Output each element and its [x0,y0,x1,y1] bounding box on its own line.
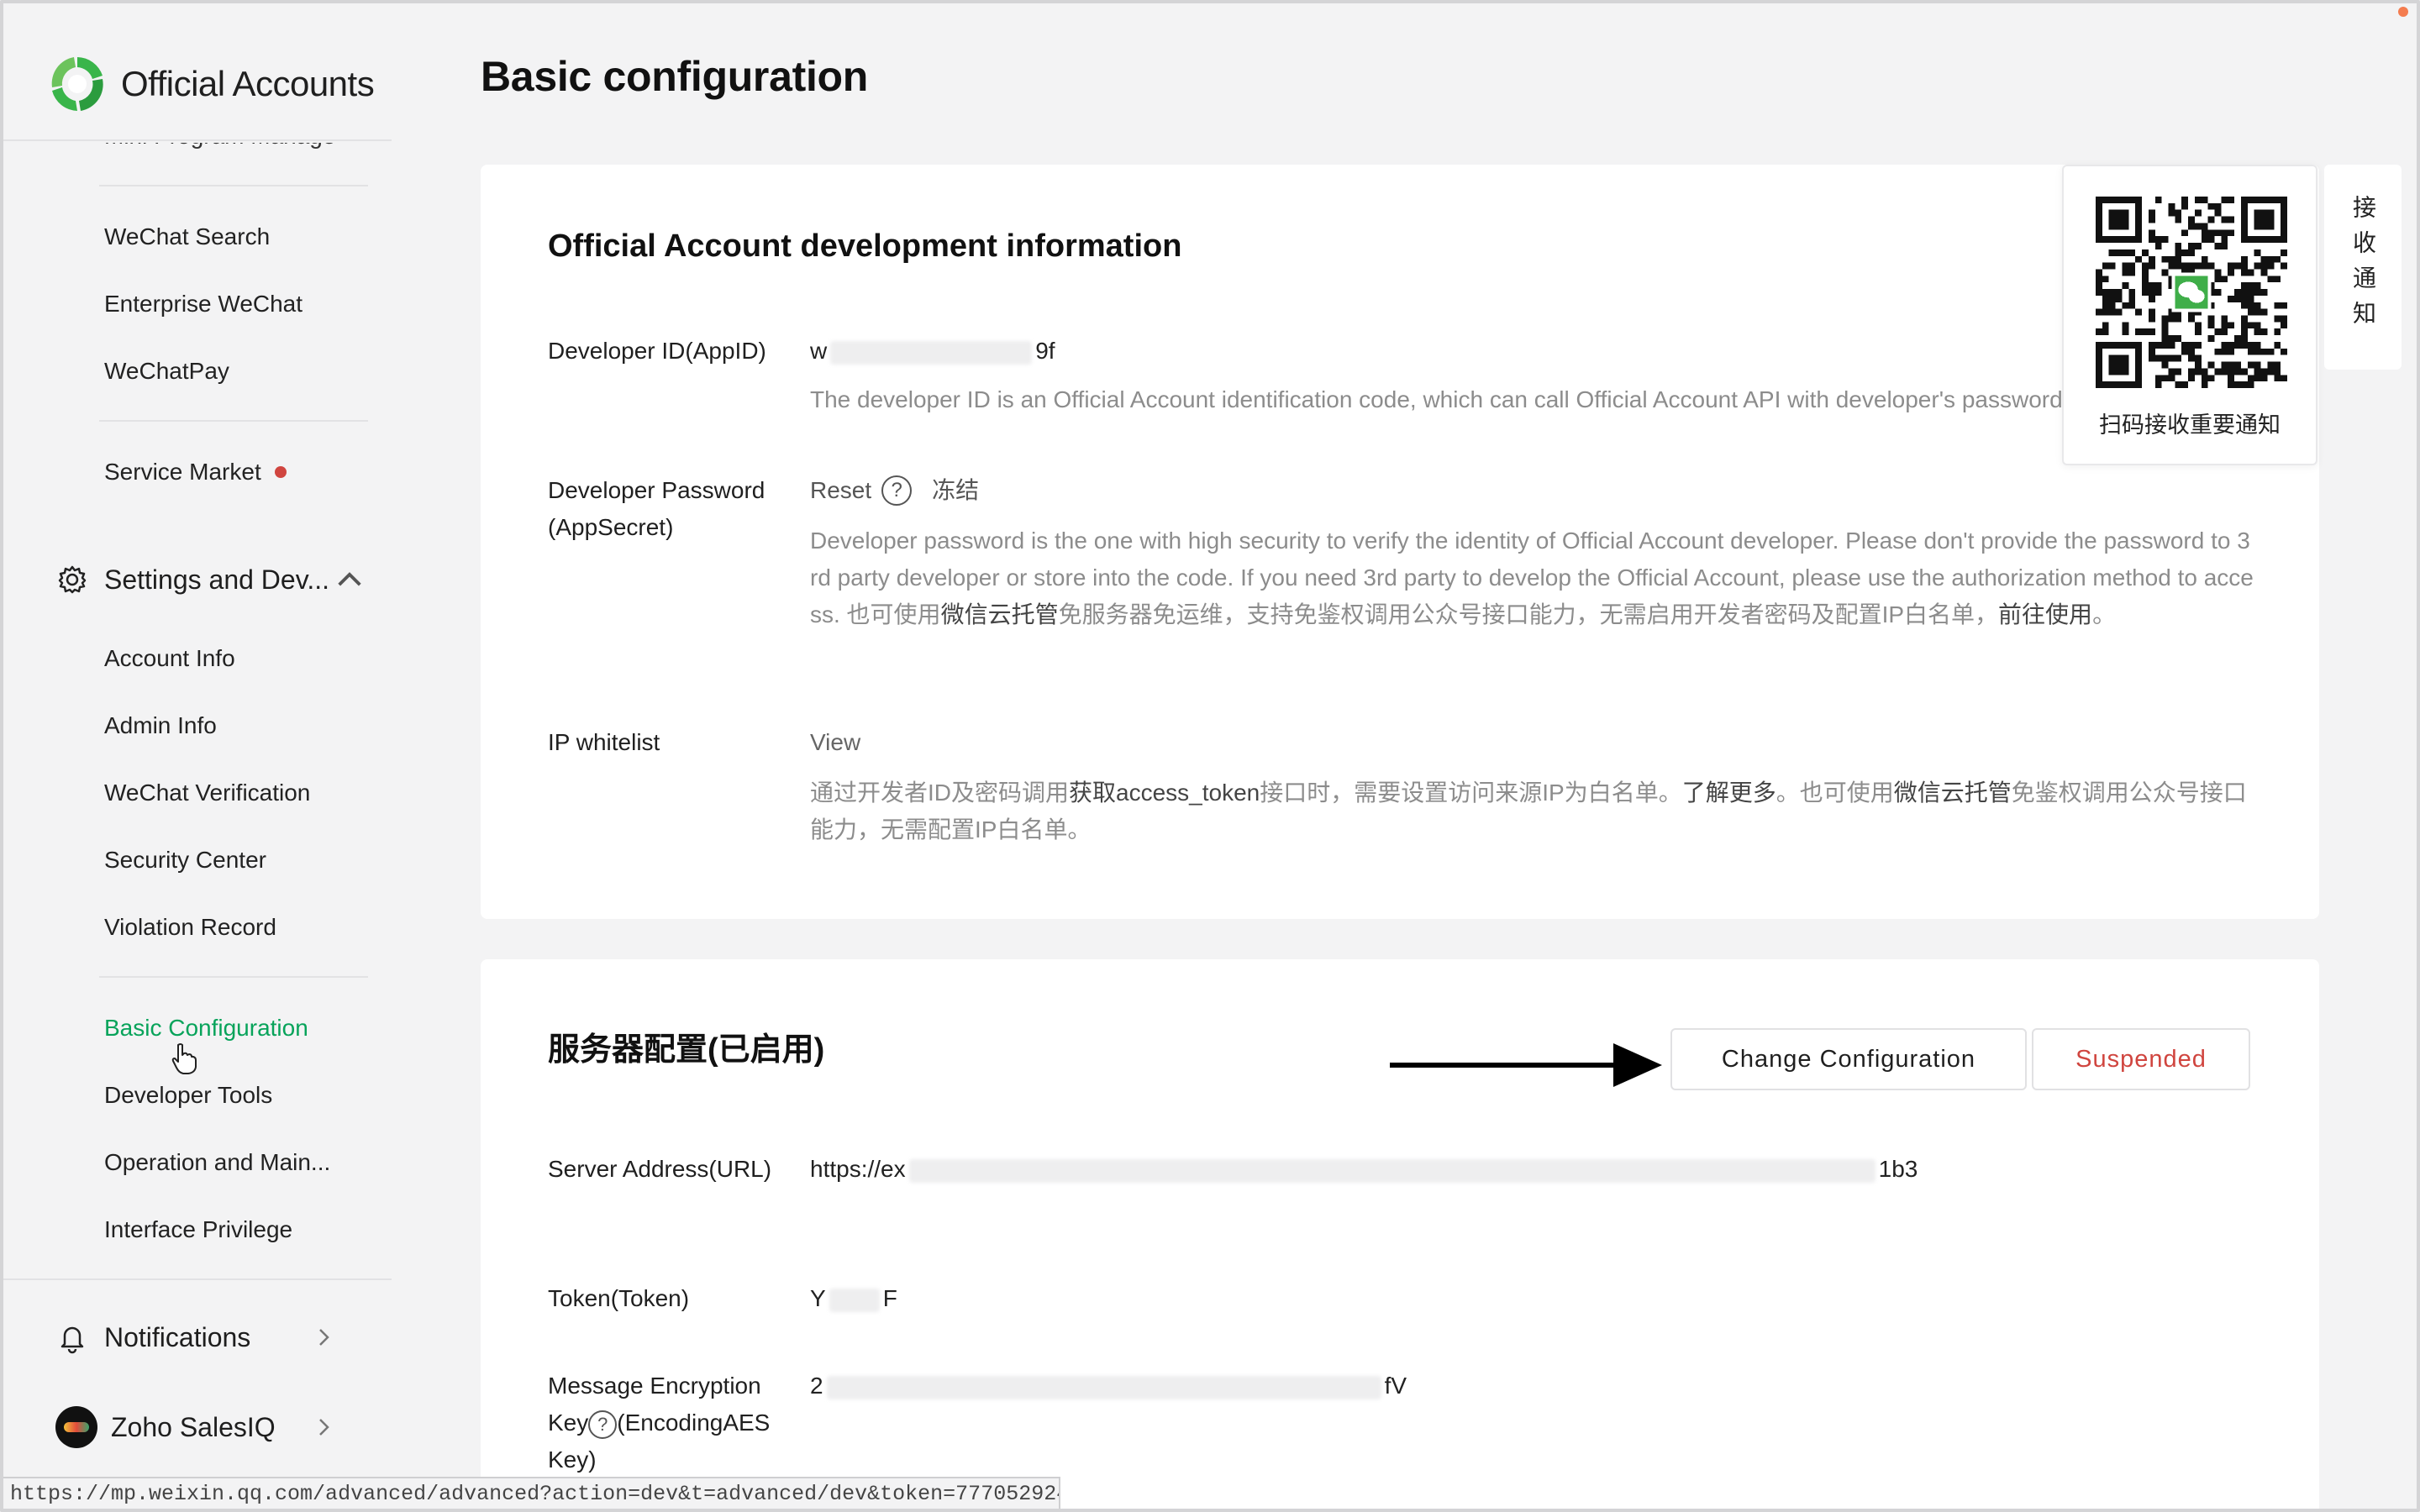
sidebar-item-wechat-search[interactable]: WeChat Search [104,223,270,250]
sidebar-item-account-info[interactable]: Account Info [104,645,235,672]
brand[interactable]: Official Accounts [47,52,375,116]
appid-label: Developer ID(AppID) [548,338,766,364]
token-value: YF [810,1285,897,1312]
redacted-mask [829,1288,880,1312]
sidebar-divider [99,976,368,978]
help-icon[interactable]: ? [588,1410,618,1439]
go-use-link[interactable]: 前往使用 [1998,601,2092,627]
sidebar-divider [99,185,368,186]
aes-key-label: Message Encryption Key? (EncodingAESKey) [548,1373,771,1473]
notification-dot [2398,7,2408,17]
sidebar-item-admin-info[interactable]: Admin Info [104,712,217,739]
change-configuration-button[interactable]: Change Configuration [1670,1028,2027,1090]
brand-name: Official Accounts [121,64,375,103]
receive-notification-tab[interactable]: 接收通知 [2324,165,2402,370]
sidebar-item-service-market[interactable]: Service Market [104,459,287,486]
learn-more-link[interactable]: 了解更多 [1682,780,1776,806]
redacted-mask [826,1375,1381,1399]
sidebar: Mini Program Manage Official Accounts We… [3,3,407,1509]
sidebar-item-interface-privilege[interactable]: Interface Privilege [104,1216,292,1243]
brand-divider [3,139,392,141]
sidebar-item-label: Service Market [104,459,261,485]
qr-caption: 扫码接收重要通知 [2099,412,2281,438]
chevron-right-icon [319,1329,329,1346]
secret-label: Developer Password(AppSecret) [548,477,765,540]
wechat-cloud-link[interactable]: 微信云托管 [1894,780,2012,806]
page-title: Basic configuration [481,53,869,100]
server-config-title: 服务器配置(已启用) [548,1032,825,1068]
gear-icon [58,565,87,594]
wechat-cloud-link[interactable]: 微信云托管 [941,601,1059,627]
sidebar-item-notifications[interactable]: Notifications [55,1320,250,1354]
dev-info-card: Official Account development information… [481,165,2319,919]
sidebar-group-settings[interactable]: Settings and Dev... [55,563,381,596]
reset-secret-link[interactable]: Reset [810,477,871,503]
wechat-official-logo-icon [51,57,103,111]
sidebar-divider [3,1278,392,1280]
qr-notification-panel: 扫码接收重要通知 [2062,165,2317,465]
sidebar-item-zoho-salesiq[interactable]: Zoho SalesIQ [55,1406,276,1448]
notice-tab-label: 接收通知 [2350,195,2376,336]
server-url-label: Server Address(URL) [548,1156,772,1182]
sidebar-item-label: Notifications [104,1321,251,1352]
qr-code [2096,197,2287,388]
access-token-link[interactable]: 获取access_token [1069,780,1260,806]
sidebar-item-security-center[interactable]: Security Center [104,847,266,874]
new-badge-dot [274,465,287,478]
appid-value: w 9f [810,338,1055,365]
dev-info-title: Official Account development information [548,228,1182,264]
freeze-secret-link[interactable]: 冻结 [932,477,979,503]
status-bar-url: https://mp.weixin.qq.com/advanced/advanc… [3,1477,1060,1509]
sidebar-item-developer-tools[interactable]: Developer Tools [104,1082,272,1109]
chevron-up-icon [338,572,361,586]
sidebar-divider [99,420,368,422]
hand-cursor-icon [171,1043,197,1074]
help-icon[interactable]: ? [881,475,913,506]
secret-description: Developer password is the one with high … [810,528,2254,627]
appid-description: The developer ID is an Official Account … [810,386,2070,412]
chevron-right-icon [319,1419,329,1436]
suspend-button[interactable]: Suspended [2032,1028,2250,1090]
server-url-value: https://ex 1b3 [810,1156,1918,1183]
aes-key-value: 2 fV [810,1373,1407,1399]
ip-whitelist-description: 通过开发者ID及密码调用获取access_token接口时，需要设置访问来源IP… [810,780,2247,843]
token-label: Token(Token) [548,1285,690,1311]
sidebar-item-basic-configuration[interactable]: Basic Configuration [104,1015,308,1042]
redacted-mask [830,340,1033,365]
sidebar-item-enterprise-wechat[interactable]: Enterprise WeChat [104,291,302,318]
sidebar-item-violation-record[interactable]: Violation Record [104,914,276,941]
server-config-card: 服务器配置(已启用) Change Configuration Suspende… [481,959,2319,1512]
ip-whitelist-label: IP whitelist [548,729,660,755]
bell-icon [60,1326,84,1354]
sidebar-item-label: Zoho SalesIQ [111,1411,276,1442]
sidebar-group-label: Settings and Dev... [104,564,329,595]
secret-actions: Reset? 冻结 [810,472,979,509]
sidebar-item-wechatpay[interactable]: WeChatPay [104,358,229,385]
arrow-right-icon [1390,1043,1662,1087]
avatar [55,1406,97,1448]
redacted-mask [908,1158,1876,1183]
ip-whitelist-view-link[interactable]: View [810,724,860,761]
sidebar-item-wechat-verification[interactable]: WeChat Verification [104,780,310,806]
sidebar-item-operation-maintenance[interactable]: Operation and Main... [104,1149,330,1176]
